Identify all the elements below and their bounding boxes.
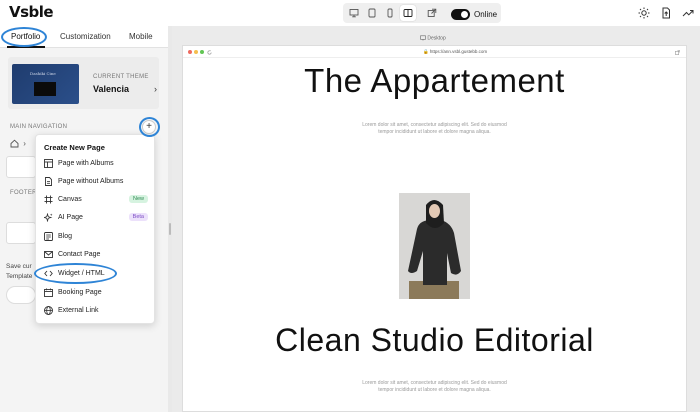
panel-tabs: Portfolio Customization Mobile [0, 26, 168, 48]
menu-item-external-link[interactable]: External Link [36, 302, 156, 320]
menu-item-label: Contact Page [58, 251, 101, 258]
lorem1-line2: tempor incididunt ut labore et dolore ma… [378, 129, 491, 135]
menu-item-widget-html[interactable]: Widget / HTML [36, 265, 156, 283]
current-theme-card[interactable]: Dashiki Cine CURRENT THEME Valencia › [8, 57, 159, 109]
globe-icon [44, 306, 53, 315]
new-badge: New [128, 195, 148, 203]
split-view-icon [403, 9, 413, 17]
lorem1-line1: Lorem dolor sit amet, consectetur adipis… [362, 122, 507, 128]
device-label: Desktop [420, 35, 446, 41]
top-bar: Vsble Online [0, 0, 700, 26]
lorem2-line1: Lorem dolor sit amet, consectetur adipis… [362, 380, 507, 386]
beta-badge: Beta [128, 213, 148, 221]
sparkle-icon [44, 213, 53, 222]
code-icon [44, 270, 53, 277]
menu-item-label: Canvas [58, 196, 82, 203]
online-status-label: Online [474, 10, 498, 19]
close-dot [188, 50, 192, 54]
menu-item-label: Widget / HTML [58, 270, 105, 277]
add-page-button[interactable]: + [142, 120, 156, 134]
blog-icon [44, 232, 53, 241]
nav-item-box[interactable] [6, 156, 36, 178]
menu-item-booking-page[interactable]: Booking Page [36, 284, 156, 302]
address-bar[interactable]: 🔒 https://ann.vsbl.gustebb.com [423, 49, 487, 55]
mail-icon [44, 251, 53, 258]
layout-icon [44, 159, 53, 168]
menu-item-label: Page without Albums [58, 178, 124, 185]
site-heading-clean-studio: Clean Studio Editorial [275, 322, 594, 358]
save-note-line-1: Save cur [6, 263, 32, 270]
save-note-line-2: Template [6, 273, 33, 280]
external-link-icon[interactable] [675, 49, 680, 55]
file-icon [45, 177, 52, 186]
active-tab-indicator [7, 46, 45, 48]
browser-toolbar: 🔒 https://ann.vsbl.gustebb.com [183, 46, 686, 58]
lock-icon: 🔒 [423, 49, 429, 54]
tablet-view-button[interactable] [364, 5, 380, 21]
sun-icon[interactable] [638, 7, 650, 19]
main-navigation-label: MAIN NAVIGATION [10, 124, 68, 130]
external-link-icon [427, 8, 437, 17]
reload-icon[interactable] [207, 50, 212, 55]
online-toggle[interactable] [451, 9, 470, 20]
menu-item-contact-page[interactable]: Contact Page [36, 246, 156, 264]
theme-name: Valencia [93, 84, 130, 94]
chevron-right-icon: › [154, 84, 157, 94]
upload-file-icon[interactable] [660, 7, 672, 19]
menu-item-label: External Link [58, 307, 99, 314]
mobile-view-button[interactable] [382, 5, 398, 21]
current-theme-label: CURRENT THEME [93, 74, 149, 80]
site-lorem-1: Lorem dolor sit amet, consectetur adipis… [182, 122, 687, 136]
save-template-button[interactable] [6, 286, 36, 304]
split-view-button[interactable] [400, 5, 416, 21]
menu-item-label: AI Page [58, 214, 83, 221]
tablet-icon [368, 8, 376, 18]
menu-item-ai-page[interactable]: AI Page Beta [36, 209, 156, 227]
home-icon[interactable] [10, 139, 19, 148]
menu-item-label: Blog [58, 233, 73, 240]
lorem2-line2: tempor incididunt ut labore et dolore ma… [378, 387, 491, 393]
open-external-button[interactable] [424, 5, 440, 21]
url-text: https://ann.vsbl.gustebb.com [429, 49, 488, 54]
breadcrumb: › [10, 139, 26, 148]
create-page-menu: Create New Page Page with Albums Page wi… [35, 134, 155, 324]
tab-portfolio[interactable]: Portfolio [11, 32, 40, 41]
footer-label: FOOTER [10, 190, 37, 196]
site-lorem-2: Lorem dolor sit amet, consectetur adipis… [182, 380, 687, 394]
tab-mobile[interactable]: Mobile [129, 32, 153, 41]
maximize-dot [200, 50, 204, 54]
model-photo[interactable] [399, 193, 470, 299]
save-template-note: Save cur Template [6, 262, 32, 282]
menu-item-page-with-albums[interactable]: Page with Albums [36, 155, 156, 173]
desktop-view-button[interactable] [346, 5, 362, 21]
canvas-icon [44, 195, 53, 204]
menu-item-blog[interactable]: Blog [36, 228, 156, 246]
menu-title: Create New Page [44, 143, 105, 152]
footer-item-box[interactable] [6, 222, 36, 244]
minimize-dot [194, 50, 198, 54]
app-logo[interactable]: Vsble [9, 3, 54, 21]
person-photo-image [399, 193, 470, 299]
analytics-trend-icon[interactable] [682, 7, 694, 19]
device-label-text: Desktop [427, 35, 446, 42]
tab-customization[interactable]: Customization [60, 32, 111, 41]
monitor-icon [420, 35, 426, 41]
device-switcher: Online [343, 3, 501, 23]
site-heading-appartement: The Appartement [304, 62, 565, 99]
theme-thumb-title: Dashiki Cine [30, 71, 56, 76]
menu-item-page-without-albums[interactable]: Page without Albums [36, 173, 156, 191]
splitter-grip[interactable] [169, 223, 171, 235]
phone-icon [387, 8, 393, 18]
menu-item-canvas[interactable]: Canvas New [36, 191, 156, 209]
menu-item-label: Booking Page [58, 289, 102, 296]
menu-item-label: Page with Albums [58, 160, 114, 167]
monitor-icon [349, 9, 359, 18]
calendar-icon [44, 288, 53, 297]
theme-thumbnail: Dashiki Cine [12, 64, 79, 104]
theme-thumb-image [34, 82, 56, 96]
breadcrumb-separator: › [23, 139, 26, 148]
